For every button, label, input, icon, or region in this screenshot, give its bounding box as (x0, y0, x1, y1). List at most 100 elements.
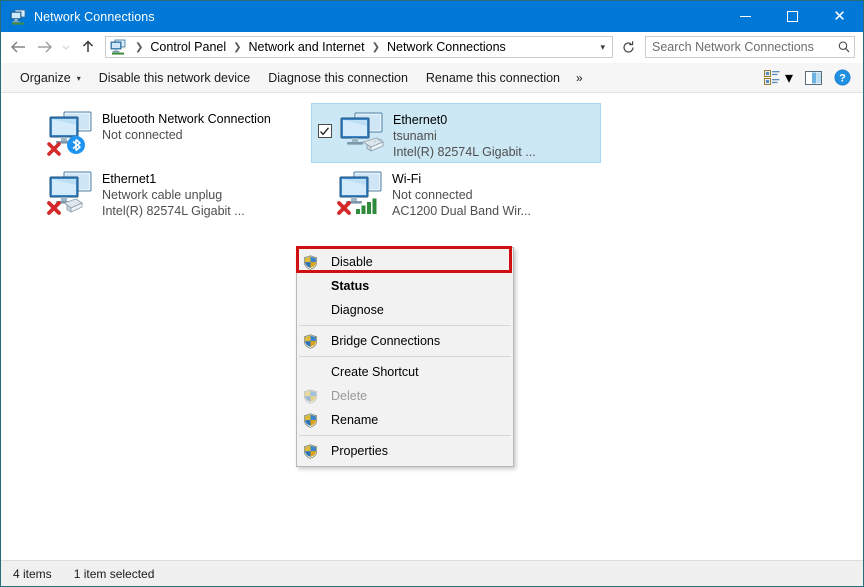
connection-status: tsunami (393, 129, 437, 143)
address-bar: ❯ Control Panel ❯ Network and Internet ❯… (1, 32, 863, 63)
ethernet-cable-icon (361, 137, 384, 152)
close-icon: ✕ (833, 8, 846, 25)
connection-name: Wi-Fi (392, 172, 422, 186)
breadcrumb-bar[interactable]: ❯ Control Panel ❯ Network and Internet ❯… (105, 36, 613, 58)
context-menu-item-diagnose[interactable]: Diagnose (297, 298, 513, 322)
change-view-button[interactable]: ▾ (758, 65, 799, 91)
shield-icon (303, 388, 325, 404)
breadcrumb-separator-0[interactable]: ❯ (130, 42, 148, 53)
list-item[interactable]: Ethernet0 tsunami Intel(R) 82574L Gigabi… (311, 103, 601, 163)
command-overflow-button[interactable]: » (569, 67, 590, 89)
connection-name: Bluetooth Network Connection (102, 112, 271, 126)
list-item[interactable]: Wi-Fi Not connected AC1200 Dual Band Wir… (311, 163, 601, 223)
search-box[interactable] (645, 36, 855, 58)
context-menu-item-bridge-connections[interactable]: Bridge Connections (297, 329, 513, 353)
context-menu-item-label: Disable (331, 255, 373, 269)
context-menu-item-label: Diagnose (331, 303, 384, 317)
context-menu-item-label: Status (331, 279, 370, 293)
context-menu-item-label: Create Shortcut (331, 365, 419, 379)
back-button[interactable] (5, 34, 31, 60)
context-menu-item-label: Bridge Connections (331, 334, 441, 348)
list-item[interactable]: Ethernet1 Network cable unplug Intel(R) … (21, 163, 311, 223)
disable-network-device-label: Disable this network device (98, 70, 251, 85)
breadcrumb-separator-2[interactable]: ❯ (367, 42, 385, 53)
preview-pane-icon (805, 70, 822, 85)
organize-label: Organize (20, 70, 71, 85)
context-menu-item-status[interactable]: Status (297, 274, 513, 298)
connection-status: Not connected (392, 188, 473, 202)
item-checkbox[interactable] (317, 124, 332, 138)
minimize-icon (740, 16, 751, 17)
rename-connection-button[interactable]: Rename this connection (417, 67, 569, 89)
shield-icon (303, 333, 325, 349)
connection-device: AC1200 Dual Band Wir... (392, 204, 531, 218)
context-menu-item-disable[interactable]: Disable (297, 250, 513, 274)
disable-network-device-button[interactable]: Disable this network device (90, 67, 259, 89)
shield-icon (303, 443, 325, 459)
context-menu-item-label: Rename (331, 413, 379, 427)
shield-icon (303, 412, 325, 428)
search-input[interactable] (646, 39, 834, 55)
item-checkbox-slot (314, 108, 335, 138)
list-item[interactable]: Bluetooth Network Connection Not connect… (21, 103, 311, 163)
rename-connection-label: Rename this connection (425, 70, 561, 85)
preview-pane-button[interactable] (799, 68, 828, 88)
connection-device: Intel(R) 82574L Gigabit ... (102, 204, 245, 218)
help-button[interactable]: ? (828, 66, 857, 89)
item-checkbox-slot (23, 107, 44, 123)
breadcrumb-network-and-internet[interactable]: Network and Internet (247, 40, 367, 54)
network-connections-icon (10, 9, 26, 25)
minimize-button[interactable] (722, 1, 769, 32)
chevron-down-icon (62, 45, 70, 50)
up-button[interactable] (75, 34, 101, 60)
close-button[interactable]: ✕ (816, 1, 863, 32)
breadcrumb-separator-1[interactable]: ❯ (228, 42, 246, 53)
window-title: Network Connections (34, 9, 155, 24)
network-connections-window: Network Connections ✕ ❯ Control Panel ❯ … (0, 0, 864, 587)
context-menu-item-rename[interactable]: Rename (297, 408, 513, 432)
wifi-signal-icon (356, 198, 377, 214)
refresh-button[interactable] (617, 36, 639, 58)
connections-list-area: Bluetooth Network Connection Not connect… (1, 93, 863, 560)
menu-icon-slot (303, 364, 325, 380)
forward-button[interactable] (31, 34, 57, 60)
chevron-down-icon: ▾ (784, 69, 793, 87)
menu-icon-slot (303, 302, 325, 318)
red-x-icon (47, 201, 61, 215)
context-menu: Disable Status Diagnose Bridge Connectio… (296, 247, 514, 467)
diagnose-connection-button[interactable]: Diagnose this connection (259, 67, 417, 89)
maximize-button[interactable] (769, 1, 816, 32)
context-menu-item-delete: Delete (297, 384, 513, 408)
menu-icon-slot (303, 278, 325, 294)
network-adapter-icon (337, 108, 387, 158)
svg-text:?: ? (839, 73, 846, 85)
status-bar: 4 items 1 item selected (1, 560, 863, 586)
item-checkbox-slot (23, 167, 44, 183)
connection-name: Ethernet1 (102, 172, 157, 186)
list-item-text: Wi-Fi Not connected AC1200 Dual Band Wir… (392, 167, 599, 219)
search-icon[interactable] (834, 40, 854, 54)
refresh-icon (622, 40, 634, 53)
connections-tiles: Bluetooth Network Connection Not connect… (1, 101, 863, 223)
connection-status: Network cable unplug (102, 188, 223, 202)
maximize-icon (787, 11, 798, 22)
location-icon (110, 39, 126, 55)
context-menu-item-label: Delete (331, 389, 368, 403)
chevron-down-icon: ▾ (76, 74, 81, 83)
selection-count-label: 1 item selected (73, 566, 155, 581)
address-dropdown-button[interactable]: ▾ (596, 42, 612, 53)
context-menu-separator (299, 435, 511, 436)
connection-status: Not connected (102, 128, 183, 142)
organize-button[interactable]: Organize ▾ (11, 67, 90, 89)
recent-locations-button[interactable] (57, 34, 75, 60)
context-menu-item-properties[interactable]: Properties (297, 439, 513, 463)
command-bar: Organize ▾ Disable this network device D… (1, 63, 863, 93)
list-item-text: Ethernet0 tsunami Intel(R) 82574L Gigabi… (393, 108, 598, 160)
breadcrumb-network-connections[interactable]: Network Connections (385, 40, 508, 54)
breadcrumb-control-panel[interactable]: Control Panel (148, 40, 228, 54)
list-item-text: Ethernet1 Network cable unplug Intel(R) … (102, 167, 309, 219)
item-count-label: 4 items (13, 566, 52, 581)
up-arrow-icon (82, 40, 94, 52)
context-menu-item-create-shortcut[interactable]: Create Shortcut (297, 360, 513, 384)
list-item-text: Bluetooth Network Connection Not connect… (102, 107, 309, 143)
